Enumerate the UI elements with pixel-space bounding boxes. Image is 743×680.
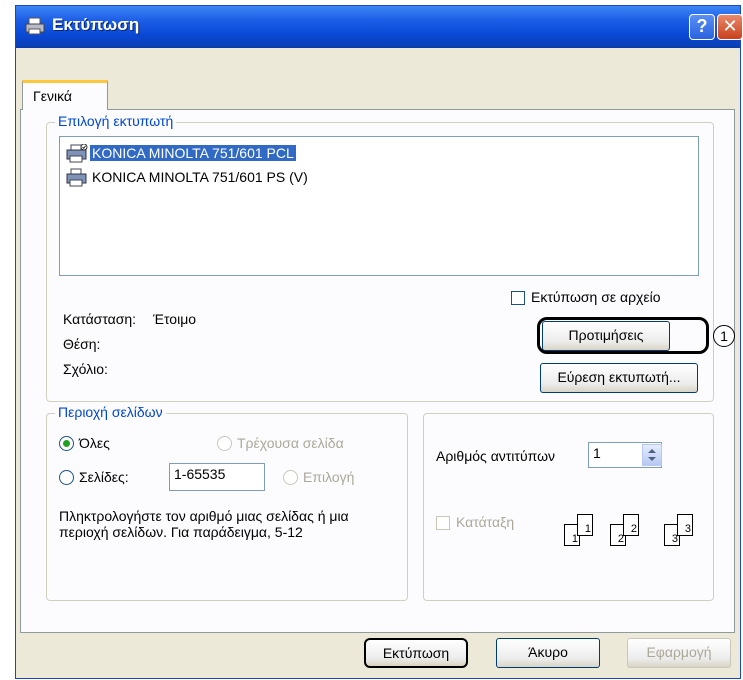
printer-icon <box>66 168 87 187</box>
spinner-arrows-icon <box>648 449 656 461</box>
printer-item-ps[interactable]: KONICA MINOLTA 751/601 PS (V) <box>64 167 364 189</box>
pages-label[interactable]: Σελίδες: <box>79 469 129 485</box>
collate-checkbox[interactable] <box>436 516 450 530</box>
callout-marker: 1 <box>713 325 735 347</box>
current-page-label: Τρέχουσα σελίδα <box>237 435 344 451</box>
page-range-hint: Πληκτρολογήστε τον αριθμό μιας σελίδας ή… <box>59 508 349 540</box>
pages-radio[interactable] <box>59 470 74 485</box>
print-to-file-label[interactable]: Εκτύπωση σε αρχείο <box>531 289 661 305</box>
printer-select-group: Επιλογή εκτυπωτή KONICA MINOLTA 751/601 … <box>46 113 714 402</box>
window-title: Εκτύπωση <box>52 15 140 34</box>
tab-general[interactable]: Γενικά <box>22 80 108 110</box>
selection-label: Επιλογή <box>303 469 355 485</box>
location-label: Θέση: <box>63 336 101 352</box>
copies-spinner[interactable] <box>642 444 662 466</box>
selection-radio[interactable] <box>283 470 298 485</box>
tab-panel-general: Επιλογή εκτυπωτή KONICA MINOLTA 751/601 … <box>20 109 735 633</box>
tab-general-label: Γενικά <box>33 88 72 104</box>
status-label: Κατάσταση: <box>63 311 137 327</box>
help-button[interactable]: ? <box>689 14 715 40</box>
collate-label: Κατάταξη <box>456 514 515 530</box>
copies-label: Αριθμός αντιτύπων <box>436 448 555 464</box>
comment-label: Σχόλιο: <box>63 361 108 377</box>
printer-name: KONICA MINOLTA 751/601 PS (V) <box>92 169 308 185</box>
find-printer-button[interactable]: Εύρεση εκτυπωτή... <box>540 363 698 393</box>
close-button[interactable]: ✕ <box>717 14 743 40</box>
page-range-legend: Περιοχή σελίδων <box>55 404 166 420</box>
current-page-radio[interactable] <box>217 436 232 451</box>
collate-page: 1 <box>577 514 593 536</box>
status-value: Έτοιμο <box>153 311 197 327</box>
printer-item-pcl[interactable]: KONICA MINOLTA 751/601 PCL <box>64 143 364 165</box>
dialog-client: Γενικά Επιλογή εκτυπωτή KONICA MINOLTA 7… <box>16 48 740 680</box>
collate-page: 3 <box>677 514 693 536</box>
printer-name: KONICA MINOLTA 751/601 PCL <box>90 145 296 161</box>
collate-page: 2 <box>623 514 639 536</box>
printer-icon <box>25 17 45 35</box>
print-button[interactable]: Εκτύπωση <box>364 638 468 668</box>
title-bar[interactable]: Εκτύπωση ? ✕ <box>16 6 743 48</box>
printer-icon <box>66 144 88 163</box>
printer-group-legend: Επιλογή εκτυπωτή <box>55 113 177 129</box>
copies-group: Αριθμός αντιτύπων 1 Κατάταξη 1 1 2 2 3 3 <box>423 413 714 601</box>
all-pages-radio[interactable] <box>59 436 74 451</box>
page-range-group: Περιοχή σελίδων Όλες Τρέχουσα σελίδα Σελ… <box>46 404 408 601</box>
pages-input[interactable]: 1-65535 <box>169 463 265 491</box>
callout-highlight <box>537 317 709 354</box>
cancel-button[interactable]: Άκυρο <box>496 638 600 668</box>
print-to-file-checkbox[interactable] <box>511 291 525 305</box>
printer-list[interactable]: KONICA MINOLTA 751/601 PCL KONICA MINOLT… <box>59 136 699 276</box>
all-pages-label[interactable]: Όλες <box>79 435 110 451</box>
apply-button[interactable]: Εφαρμογή <box>627 638 731 668</box>
